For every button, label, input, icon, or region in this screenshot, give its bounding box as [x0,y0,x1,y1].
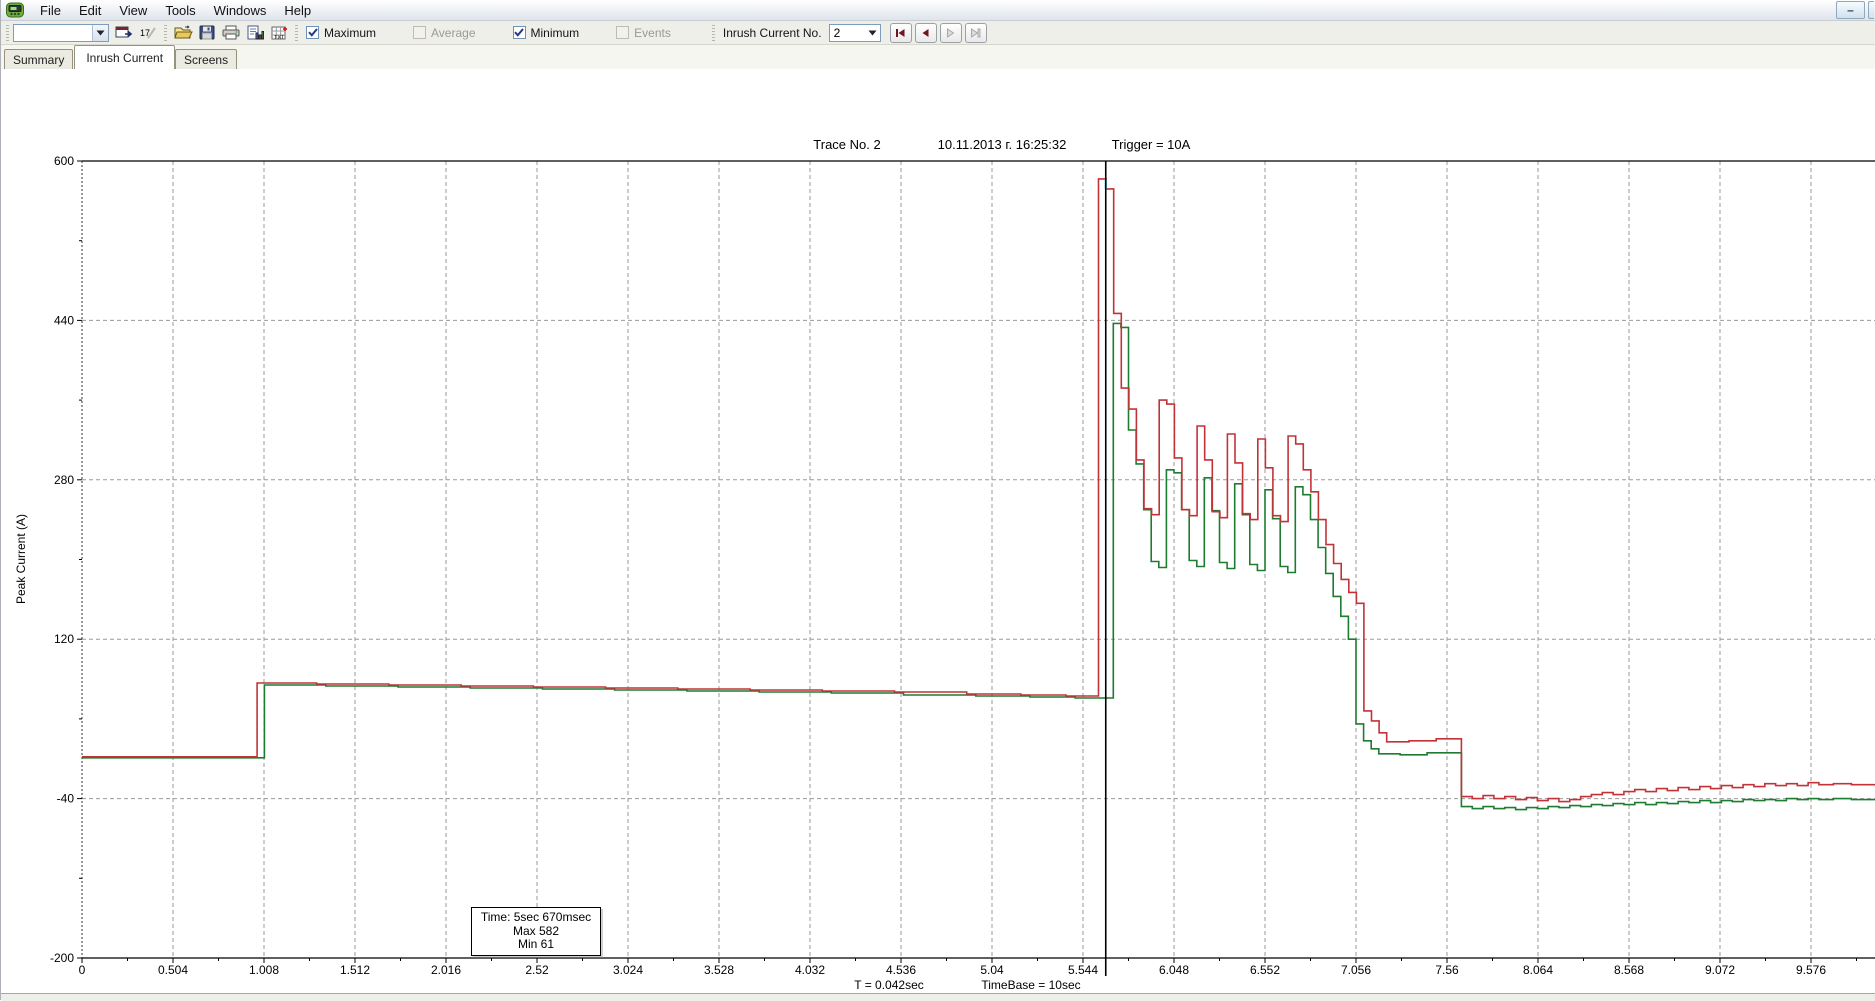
toolbar-grip [164,25,167,41]
report-icon[interactable] [243,22,267,44]
x-tick-label: 9.576 [1796,963,1826,977]
chevron-down-icon[interactable] [865,25,880,41]
x-tick-label: 9.072 [1705,963,1735,977]
menu-tools[interactable]: Tools [156,1,204,20]
x-tick-label: 7.056 [1341,963,1371,977]
x-tick-label: 6.048 [1159,963,1189,977]
checkbox-minimum[interactable]: Minimum [513,26,580,40]
unchecked-checkbox-icon [616,26,629,39]
x-axis-sample-label: T = 0.042sec [854,978,924,992]
window-controls: – [1836,1,1875,19]
x-tick-label: 2.52 [525,963,549,977]
y-tick-label: 280 [54,473,74,487]
tab-bar: SummaryInrush CurrentScreens [1,45,1875,69]
tooltip-time: Time: 5sec 670msec [474,911,598,925]
toolbar-grip [295,25,298,41]
toolbar-grip [712,25,715,41]
prev-record-button[interactable] [915,23,937,43]
x-tick-label: 5.544 [1068,963,1098,977]
checked-checkbox-icon[interactable] [513,26,526,39]
preset-combobox[interactable] [13,24,109,42]
inrush-current-no-value: 2 [830,26,865,40]
x-tick-label: 3.528 [704,963,734,977]
checkbox-events: Events [616,26,671,40]
export-icon[interactable]: TXT [267,22,291,44]
x-tick-label: 2.016 [431,963,461,977]
save-icon[interactable] [195,22,219,44]
y-tick-label: 120 [54,632,74,646]
app-icon [6,2,24,18]
menu-help[interactable]: Help [275,1,320,20]
first-record-button[interactable] [890,23,912,43]
maximize-button-partial[interactable] [1868,1,1874,19]
x-tick-label: 1.512 [340,963,370,977]
toolbar-grip [6,25,9,41]
chart-title-trace: Trace No. 2 [813,137,880,152]
menu-edit[interactable]: Edit [70,1,110,20]
tooltip-max: Max 582 [474,925,598,939]
x-tick-label: 3.024 [613,963,643,977]
chart-title-datetime: 10.11.2013 г. 16:25:32 [938,137,1067,152]
cursor-tooltip: Time: 5sec 670msec Max 582 Min 61 [471,907,601,956]
open-file-icon[interactable] [171,22,195,44]
x-axis-timebase-label: TimeBase = 10sec [981,978,1080,992]
checkbox-label: Maximum [324,26,376,40]
x-tick-label: 8.568 [1614,963,1644,977]
inrush-current-no-combobox[interactable]: 2 [829,24,881,42]
svg-text:TXT: TXT [274,35,285,41]
checkbox-maximum[interactable]: Maximum [306,26,376,40]
y-axis-title: Peak Current (A) [14,514,28,604]
x-tick-label: 1.008 [249,963,279,977]
x-tick-label: 4.536 [886,963,916,977]
chart-title-trigger: Trigger = 10A [1112,137,1191,152]
layout-icon[interactable] [112,22,136,44]
x-tick-label: 8.064 [1523,963,1553,977]
chart-plot[interactable]: 600 440 280 120 -40 -200 0 0.504 1.008 1.512 2.016… [1,69,1875,993]
y-tick-label: -40 [57,792,75,806]
chevron-down-icon[interactable] [92,25,108,41]
tab-screens[interactable]: Screens [175,49,237,69]
checkbox-average: Average [413,26,475,40]
checked-checkbox-icon[interactable] [306,26,319,39]
y-tick-label: 440 [54,313,74,327]
tab-summary[interactable]: Summary [4,49,73,69]
menu-windows[interactable]: Windows [205,1,276,20]
x-tick-label: 0.504 [158,963,188,977]
y-tick-label: -200 [50,951,74,965]
x-tick-label: 6.552 [1250,963,1280,977]
x-tick-label: 5.04 [980,963,1004,977]
x-tick-label: 7.56 [1435,963,1459,977]
tab-inrush-current[interactable]: Inrush Current [74,45,175,69]
menu-bar: FileEditViewToolsWindowsHelp – [1,0,1875,21]
tooltip-min: Min 61 [474,938,598,952]
print-icon[interactable] [219,22,243,44]
minimize-button[interactable]: – [1836,1,1865,19]
inrush-current-no-label: Inrush Current No. [723,26,822,40]
next-record-button [940,23,962,43]
x-tick-label: 0 [79,963,86,977]
toolbar: 17 [1,21,1875,45]
y-tick-label: 600 [54,154,74,168]
inrush-chart: 600 440 280 120 -40 -200 0 0.504 1.008 1.512 2.016… [1,69,1875,993]
x-tick-label: 4.032 [795,963,825,977]
checkbox-label: Average [431,26,475,40]
series-maximum-line [82,179,1875,802]
series-minimum-line [82,323,1875,809]
checkbox-label: Events [634,26,671,40]
unchecked-checkbox-icon [413,26,426,39]
last-record-button [965,23,987,43]
checkbox-label: Minimum [531,26,580,40]
menu-file[interactable]: File [31,1,70,20]
edit-values-icon: 17 [136,22,160,44]
menu-view[interactable]: View [110,1,156,20]
